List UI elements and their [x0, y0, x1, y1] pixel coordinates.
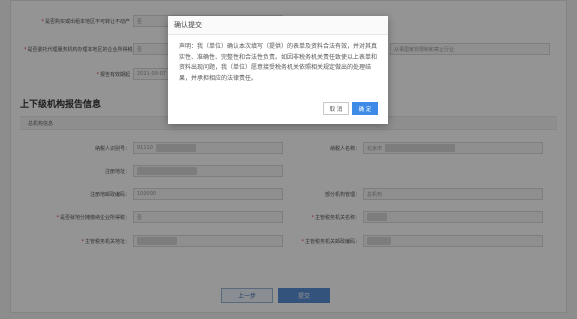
dialog-header: 确认提交 [168, 16, 388, 35]
confirm-submit-dialog: 确认提交 声明：我（单位）确认本次填写（提供）的表单及资料合法有效，并对其真实性… [168, 16, 388, 124]
confirm-button[interactable]: 确 定 [352, 102, 378, 115]
dialog-body: 声明：我（单位）确认本次填写（提供）的表单及资料合法有效，并对其真实性、准确性、… [179, 43, 378, 82]
dialog-actions: 取 消 确 定 [323, 102, 378, 115]
dialog-title: 确认提交 [174, 21, 202, 29]
cancel-button[interactable]: 取 消 [323, 102, 349, 115]
